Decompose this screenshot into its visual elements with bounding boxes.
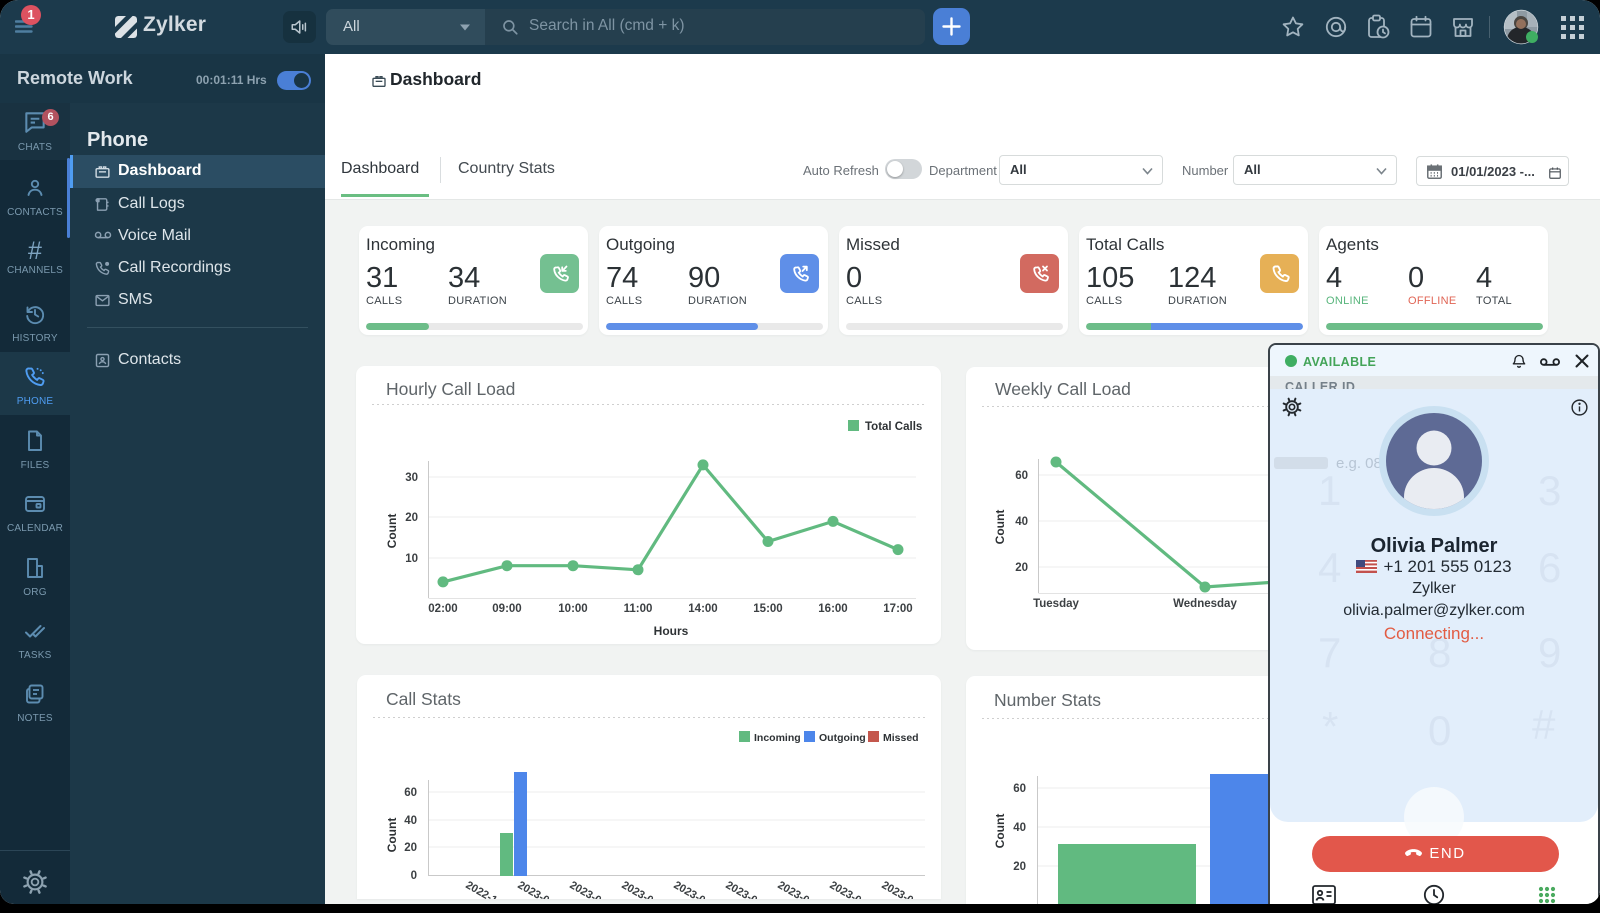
svg-text:2023-0...: 2023-0... xyxy=(620,879,664,899)
svg-text:02:00: 02:00 xyxy=(428,603,457,615)
svg-text:2023-0...: 2023-0... xyxy=(776,879,820,899)
svg-text:Count: Count xyxy=(385,514,399,549)
svg-text:Hourly Call Load: Hourly Call Load xyxy=(386,379,515,399)
svg-text:09:00: 09:00 xyxy=(492,603,521,615)
svg-text:Count: Count xyxy=(993,814,1007,849)
svg-text:Weekly Call Load: Weekly Call Load xyxy=(995,379,1131,399)
svg-text:60: 60 xyxy=(404,787,417,799)
svg-text:Missed: Missed xyxy=(883,732,919,744)
svg-text:2023-0...: 2023-0... xyxy=(880,879,924,899)
svg-text:Number Stats: Number Stats xyxy=(994,690,1101,710)
svg-text:Incoming: Incoming xyxy=(754,732,801,744)
svg-text:20: 20 xyxy=(1013,861,1026,873)
svg-text:Wednesday: Wednesday xyxy=(1173,598,1237,610)
svg-text:30: 30 xyxy=(405,472,418,484)
svg-text:60: 60 xyxy=(1013,783,1026,795)
svg-text:Tuesday: Tuesday xyxy=(1033,598,1079,610)
svg-text:0: 0 xyxy=(411,870,417,882)
svg-text:11:00: 11:00 xyxy=(624,603,653,615)
svg-text:Hours: Hours xyxy=(654,624,689,638)
svg-text:2023-0...: 2023-0... xyxy=(672,879,716,899)
svg-text:Total Calls: Total Calls xyxy=(865,421,922,433)
svg-text:40: 40 xyxy=(404,815,417,827)
svg-text:15:00: 15:00 xyxy=(753,603,782,615)
svg-text:10: 10 xyxy=(405,553,418,565)
svg-text:Outgoing: Outgoing xyxy=(819,732,866,744)
svg-text:2023-0...: 2023-0... xyxy=(516,879,560,899)
svg-text:17:00: 17:00 xyxy=(883,603,912,615)
svg-text:16:00: 16:00 xyxy=(818,603,847,615)
svg-text:14:00: 14:00 xyxy=(688,603,717,615)
svg-text:40: 40 xyxy=(1013,822,1026,834)
svg-text:40: 40 xyxy=(1015,516,1028,528)
svg-text:10:00: 10:00 xyxy=(558,603,587,615)
svg-text:Count: Count xyxy=(385,818,399,853)
svg-text:2023-0...: 2023-0... xyxy=(568,879,612,899)
svg-text:60: 60 xyxy=(1015,470,1028,482)
svg-text:2023-0...: 2023-0... xyxy=(828,879,872,899)
svg-text:Call Stats: Call Stats xyxy=(386,689,461,709)
svg-text:2023-0...: 2023-0... xyxy=(724,879,768,899)
svg-text:Count: Count xyxy=(993,510,1007,545)
svg-text:2022-1...: 2022-1... xyxy=(464,879,508,899)
svg-text:20: 20 xyxy=(405,512,418,524)
svg-text:20: 20 xyxy=(404,842,417,854)
svg-text:20: 20 xyxy=(1015,562,1028,574)
